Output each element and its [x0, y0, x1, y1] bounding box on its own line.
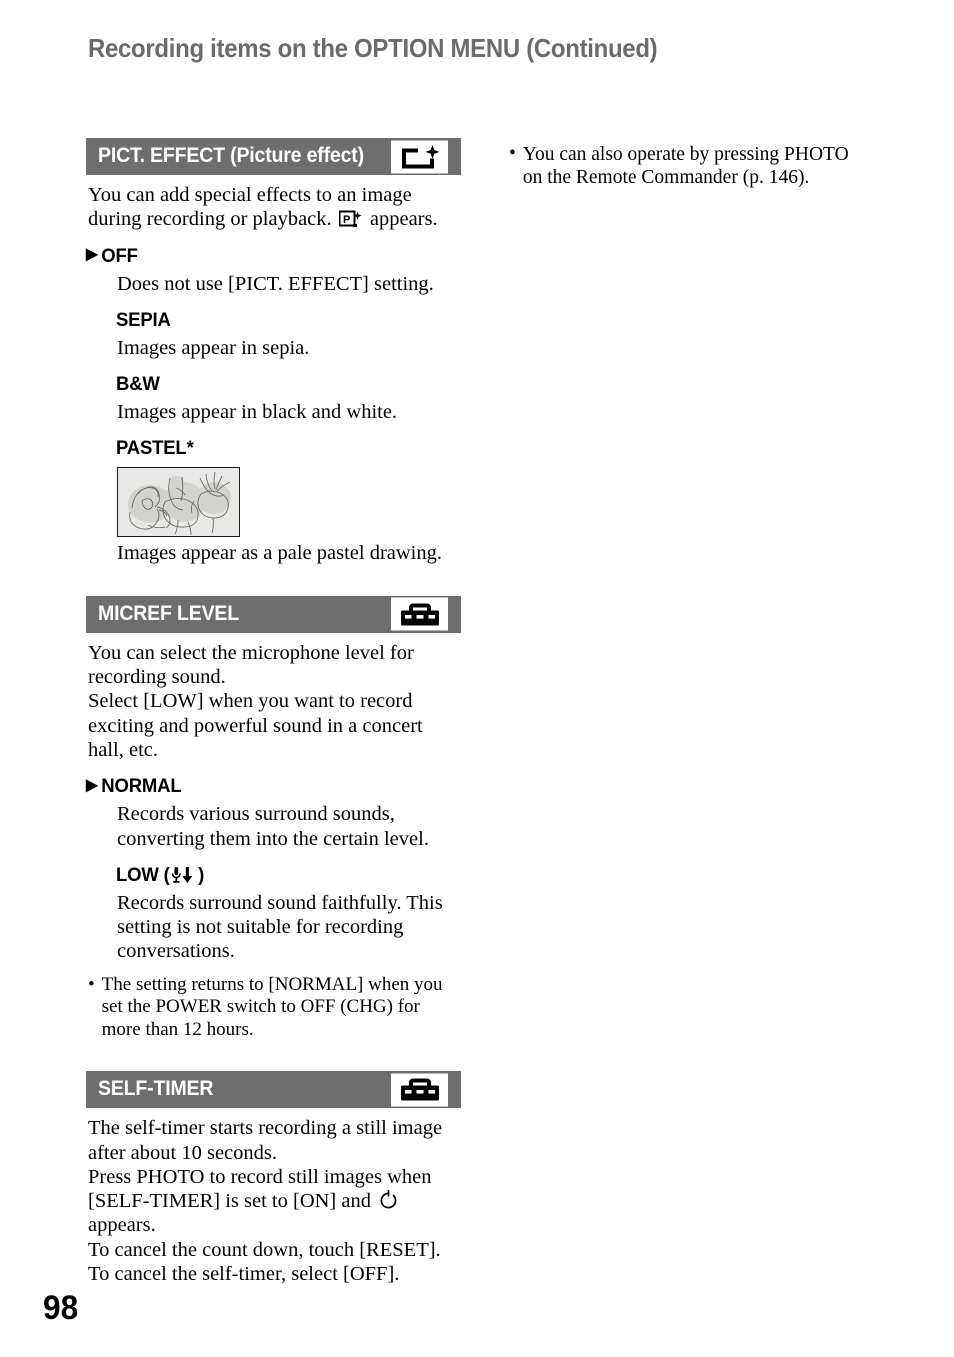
pict-effect-intro-text-a: You can add special effects to an image … — [88, 184, 412, 231]
pict-effect-intro: You can add special effects to an image … — [88, 183, 460, 232]
pastel-flower-sketch-image — [117, 467, 240, 538]
svg-text:P: P — [343, 214, 350, 226]
section-header-pict-effect: PICT. EFFECT (Picture effect) — [86, 138, 461, 175]
mic-low-icon — [171, 866, 196, 885]
right-column-note: • You can also operate by pressing PHOTO… — [509, 143, 887, 189]
option-label-text: PASTEL* — [116, 437, 194, 460]
section-header-self-timer: SELF-TIMER — [86, 1071, 461, 1109]
pict-effect-intro-text-b: appears. — [369, 208, 438, 231]
default-marker-triangle-icon: ▶ — [86, 776, 98, 794]
option-label-text-pre: LOW ( — [116, 863, 170, 886]
micref-note: • The setting returns to [NORMAL] when y… — [88, 974, 461, 1042]
self-timer-line-3: appears. — [88, 1214, 156, 1237]
option-label-text-post: ) — [198, 863, 205, 886]
self-timer-line-1: The self-timer starts recording a still … — [88, 1117, 443, 1164]
self-timer-line-2: Press PHOTO to record still images when … — [88, 1165, 460, 1214]
section-micref-level: MICREF LEVEL You can select the micropho… — [86, 595, 461, 1042]
option-normal-description: Records various surround sounds, convert… — [117, 803, 429, 850]
section-title: MICREF LEVEL — [98, 601, 239, 625]
option-pastel: PASTEL* Images appear as a pale pastel d… — [86, 437, 461, 565]
page-number: 98 — [43, 1289, 79, 1327]
option-off: ▶ OFF Does not use [PICT. EFFECT] settin… — [86, 245, 461, 296]
self-timer-icon — [378, 1190, 399, 1211]
self-timer-line-5: To cancel the self-timer, select [OFF]. — [88, 1263, 400, 1286]
option-off-description: Does not use [PICT. EFFECT] setting. — [117, 272, 434, 295]
option-bw: B&W Images appear in black and white. — [86, 373, 461, 424]
option-label-text: SEPIA — [116, 308, 171, 331]
section-self-timer: SELF-TIMER The self-timer starts recordi… — [86, 1071, 461, 1286]
option-normal-label: ▶ NORMAL — [86, 775, 442, 798]
micref-note-text: The setting returns to [NORMAL] when you… — [101, 973, 443, 1040]
section-title: SELF-TIMER — [98, 1077, 214, 1101]
option-pastel-description: Images appear as a pale pastel drawing. — [117, 542, 443, 565]
section-header-micref-level: MICREF LEVEL — [86, 595, 461, 633]
option-bw-label: B&W — [116, 373, 444, 396]
option-normal: ▶ NORMAL Records various surround sounds… — [86, 775, 461, 851]
option-low-description: Records surround sound faithfully. This … — [117, 891, 443, 963]
option-pastel-label: PASTEL* — [116, 437, 444, 460]
left-column: PICT. EFFECT (Picture effect) You can ad… — [86, 138, 461, 1286]
option-low: LOW ( ) Records surround sound faithfull… — [86, 864, 461, 964]
right-column-note-text: You can also operate by pressing PHOTO o… — [522, 144, 849, 188]
default-marker-triangle-icon: ▶ — [86, 246, 98, 264]
option-low-label: LOW ( ) — [116, 864, 444, 887]
section-title: PICT. EFFECT (Picture effect) — [98, 144, 364, 167]
bullet-dot-icon: • — [509, 143, 516, 164]
bullet-dot-icon: • — [88, 973, 95, 995]
section-pict-effect: PICT. EFFECT (Picture effect) You can ad… — [86, 138, 461, 566]
option-off-label: ▶ OFF — [86, 245, 442, 268]
option-label-text: OFF — [101, 244, 138, 267]
p-star-icon: P — [338, 210, 363, 228]
option-sepia: SEPIA Images appear in sepia. — [86, 309, 461, 360]
option-sepia-label: SEPIA — [116, 309, 444, 332]
micref-intro-a: You can select the microphone level for … — [88, 641, 414, 689]
picture-effect-icon — [391, 140, 448, 173]
option-bw-description: Images appear in black and white. — [117, 401, 398, 424]
self-timer-line-4: To cancel the count down, touch [RESET]. — [88, 1238, 441, 1261]
option-label-text: NORMAL — [101, 775, 182, 798]
micref-intro-b: Select [LOW] when you want to record exc… — [88, 690, 423, 761]
option-label-text: B&W — [116, 373, 160, 396]
option-sepia-description: Images appear in sepia. — [117, 336, 310, 359]
toolbox-icon — [391, 1073, 448, 1107]
page-title: Recording items on the OPTION MENU (Cont… — [88, 33, 658, 63]
right-column: • You can also operate by pressing PHOTO… — [507, 133, 887, 189]
toolbox-icon — [391, 597, 448, 631]
